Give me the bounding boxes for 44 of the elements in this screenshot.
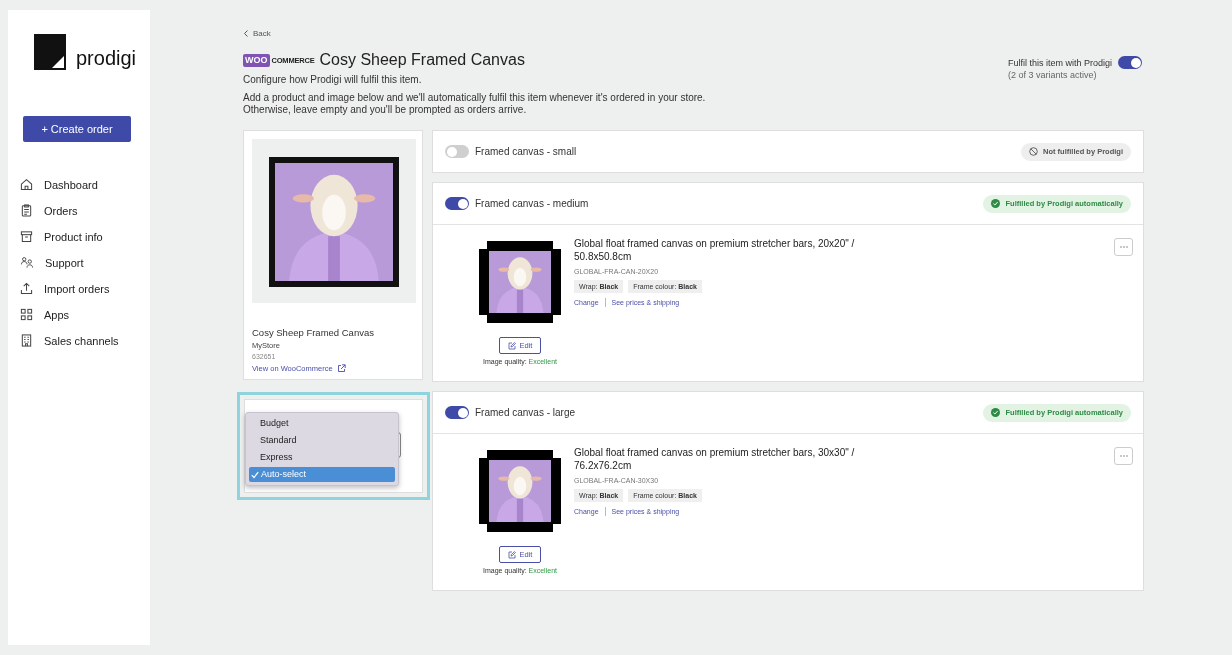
- nav-item[interactable]: Sales channels: [20, 334, 119, 347]
- check-circle-icon: [991, 199, 1001, 208]
- nav-item[interactable]: Import orders: [20, 282, 110, 295]
- edit-icon: [507, 550, 516, 559]
- block-icon: [1029, 147, 1038, 156]
- product-name: Cosy Sheep Framed Canvas: [252, 327, 375, 338]
- clipboard-icon: [20, 204, 33, 217]
- chevron-left-icon: [243, 30, 249, 37]
- toggle-switch[interactable]: [445, 197, 469, 210]
- nav-item[interactable]: Product info: [20, 230, 103, 243]
- variant-name: Framed canvas - large: [475, 407, 576, 418]
- upload-icon: [20, 282, 33, 295]
- dropdown-option[interactable]: Express: [249, 450, 395, 465]
- variant-name: Framed canvas - small: [475, 146, 577, 157]
- description-text: Otherwise, leave empty and you'll be prompted as orders arrive.: [243, 104, 527, 116]
- variant-name: Framed canvas - medium: [475, 198, 589, 209]
- variants-count: (2 of 3 variants active): [1008, 70, 1098, 80]
- nav-item[interactable]: Dashboard: [20, 178, 98, 191]
- fulfil-label: Fulfil this item with Prodigi: [1008, 57, 1113, 68]
- intro-text: Configure how Prodigi will fulfil this item.: [243, 74, 423, 85]
- people-icon: [20, 256, 34, 269]
- nav-item[interactable]: Apps: [20, 308, 70, 321]
- toggle-switch[interactable]: [445, 145, 469, 158]
- external-link-icon: [336, 364, 346, 373]
- edit-icon: [507, 341, 516, 350]
- product-title: Global float framed canvas on premium stretcher bars, 30x30" / 76.2x76.2cm: [574, 446, 856, 472]
- product-title: Global float framed canvas on premium stretcher bars, 20x20" / 50.8x50.8cm: [574, 237, 856, 263]
- check-circle-icon: [991, 408, 1001, 417]
- dropdown-option[interactable]: Budget: [249, 416, 395, 431]
- toggle-switch[interactable]: [1118, 56, 1143, 69]
- prodigi-logo: prodigi: [34, 34, 137, 70]
- check-icon: [251, 470, 259, 479]
- page-title: Cosy Sheep Framed Canvas: [319, 51, 525, 69]
- archive-box-icon: [20, 230, 33, 243]
- grid-icon: [20, 308, 33, 321]
- description-text: Add a product and image below and we'll automatically fulfil this item whenever it's ordered in your store.: [243, 92, 706, 104]
- nav-item[interactable]: Support: [20, 256, 84, 269]
- toggle-switch[interactable]: [445, 406, 469, 419]
- dropdown-option[interactable]: Standard: [249, 433, 395, 448]
- home-icon: [20, 178, 33, 191]
- back-link[interactable]: Back: [243, 29, 271, 38]
- nav-item[interactable]: Orders: [20, 204, 78, 217]
- create-order-button[interactable]: + Create order: [23, 116, 131, 142]
- building-icon: [20, 334, 33, 347]
